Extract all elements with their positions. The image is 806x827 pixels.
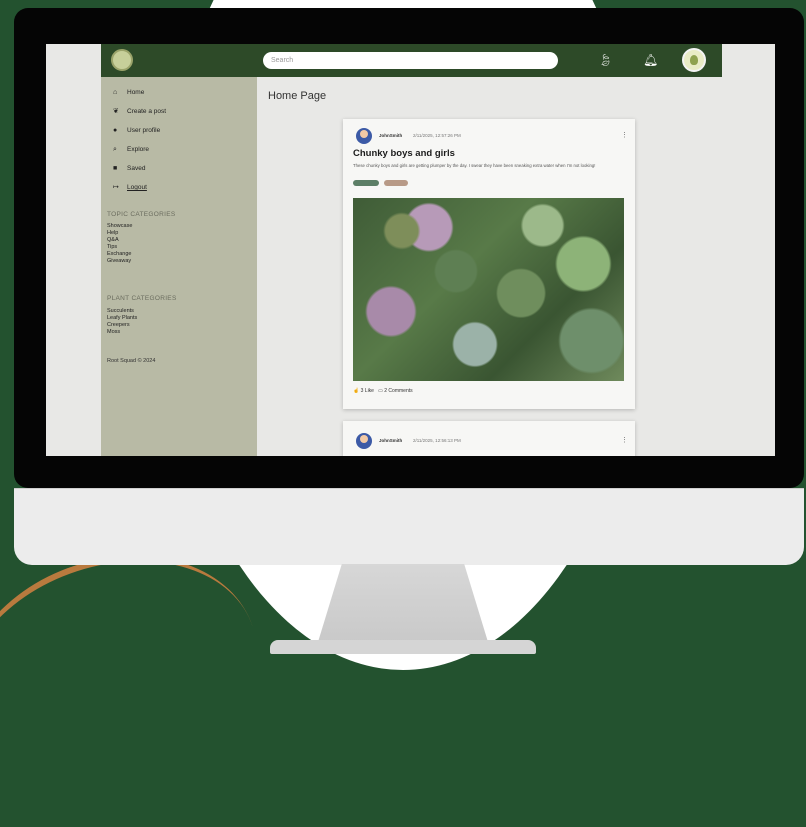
user-icon: ●	[113, 127, 118, 134]
plant-category-item[interactable]: Moss	[107, 329, 120, 335]
post-actions: ☝ 3 Like ▭ 2 Comments	[353, 388, 413, 394]
topic-category-item[interactable]: Help	[107, 230, 118, 236]
monitor-chin	[14, 488, 804, 565]
post-date: 2/11/2025, 12:56:13 PM	[413, 438, 461, 443]
comments-button[interactable]: ▭ 2 Comments	[378, 388, 412, 394]
leaf-icon[interactable]: 🍃︎	[598, 53, 613, 67]
monitor-stand	[318, 564, 488, 642]
monitor: Search 🍃︎ 🔔︎ ⌂ Home ❦ Create a post ● User …	[14, 8, 806, 565]
post-tag[interactable]	[384, 180, 408, 186]
sidebar-item-logout[interactable]: ↦ Logout	[113, 182, 147, 194]
like-count: 3 Like	[360, 388, 374, 394]
topic-category-item[interactable]: Exchange	[107, 251, 131, 257]
plant-categories-heading: PLANT CATEGORIES	[107, 295, 177, 302]
sidebar-item-home[interactable]: ⌂ Home	[113, 87, 144, 99]
post-tag[interactable]	[353, 180, 379, 186]
topic-category-item[interactable]: Q&A	[107, 237, 119, 243]
post-title: Chunky boys and girls	[353, 148, 455, 159]
sidebar-item-label: Saved	[127, 165, 146, 172]
sidebar: ⌂ Home ❦ Create a post ● User profile ⌕ Expl…	[101, 77, 257, 456]
sidebar-item-user-profile[interactable]: ● User profile	[113, 125, 160, 137]
search-icon: ⌕	[113, 146, 117, 153]
thumbs-up-icon: ☝	[353, 388, 360, 394]
comment-icon: ▭	[378, 388, 383, 394]
home-icon: ⌂	[113, 89, 118, 96]
avatar[interactable]	[682, 48, 706, 72]
bookmark-icon: ■	[113, 165, 118, 172]
sidebar-item-create-post[interactable]: ❦ Create a post	[113, 106, 166, 118]
sidebar-item-label: Logout	[127, 184, 147, 191]
post-author[interactable]: JohnSmith	[379, 133, 402, 138]
comment-count: 2 Comments	[384, 388, 413, 394]
page-title: Home Page	[268, 90, 327, 102]
monitor-stand-base	[270, 640, 536, 654]
post-card: JohnSmith 2/11/2025, 12:56:13 PM ⋮	[343, 421, 635, 456]
logo[interactable]	[111, 49, 133, 71]
like-button[interactable]: ☝ 3 Like	[353, 388, 374, 394]
top-bar: Search 🍃︎ 🔔︎	[101, 44, 722, 77]
sidebar-item-label: Explore	[127, 146, 150, 153]
sidebar-item-label: Create a post	[127, 108, 167, 115]
post-author-avatar[interactable]	[356, 433, 372, 449]
topic-category-item[interactable]: Tips	[107, 244, 117, 250]
post-body: These chunky boys and girls are getting …	[353, 163, 596, 168]
logout-icon: ↦	[113, 184, 119, 191]
plant-category-item[interactable]: Leafy Plants	[107, 315, 137, 321]
post-author-avatar[interactable]	[356, 128, 372, 144]
more-options-icon[interactable]: ⋮	[621, 436, 628, 444]
sidebar-footer: Root Squad © 2024	[107, 358, 156, 364]
sidebar-item-saved[interactable]: ■ Saved	[113, 163, 145, 175]
post-card: JohnSmith 2/11/2025, 12:57:26 PM ⋮ Chunk…	[343, 119, 635, 409]
sidebar-item-explore[interactable]: ⌕ Explore	[113, 144, 149, 156]
search-input[interactable]: Search	[263, 52, 558, 69]
bell-icon[interactable]: 🔔︎	[643, 53, 658, 67]
post-author[interactable]: JohnSmith	[379, 438, 402, 443]
more-options-icon[interactable]: ⋮	[621, 131, 628, 139]
screen: Search 🍃︎ 🔔︎ ⌂ Home ❦ Create a post ● User …	[46, 44, 775, 456]
topic-category-item[interactable]: Giveaway	[107, 258, 131, 264]
sidebar-item-label: Home	[127, 89, 145, 96]
post-date: 2/11/2025, 12:57:26 PM	[413, 133, 461, 138]
post-image	[353, 198, 624, 381]
plant-category-item[interactable]: Succulents	[107, 308, 134, 314]
topic-categories-heading: TOPIC CATEGORIES	[107, 211, 176, 218]
topic-category-item[interactable]: Showcase	[107, 223, 132, 229]
plant-category-item[interactable]: Creepers	[107, 322, 130, 328]
sidebar-item-label: User profile	[127, 127, 161, 134]
leaf-icon: ❦	[113, 108, 119, 115]
